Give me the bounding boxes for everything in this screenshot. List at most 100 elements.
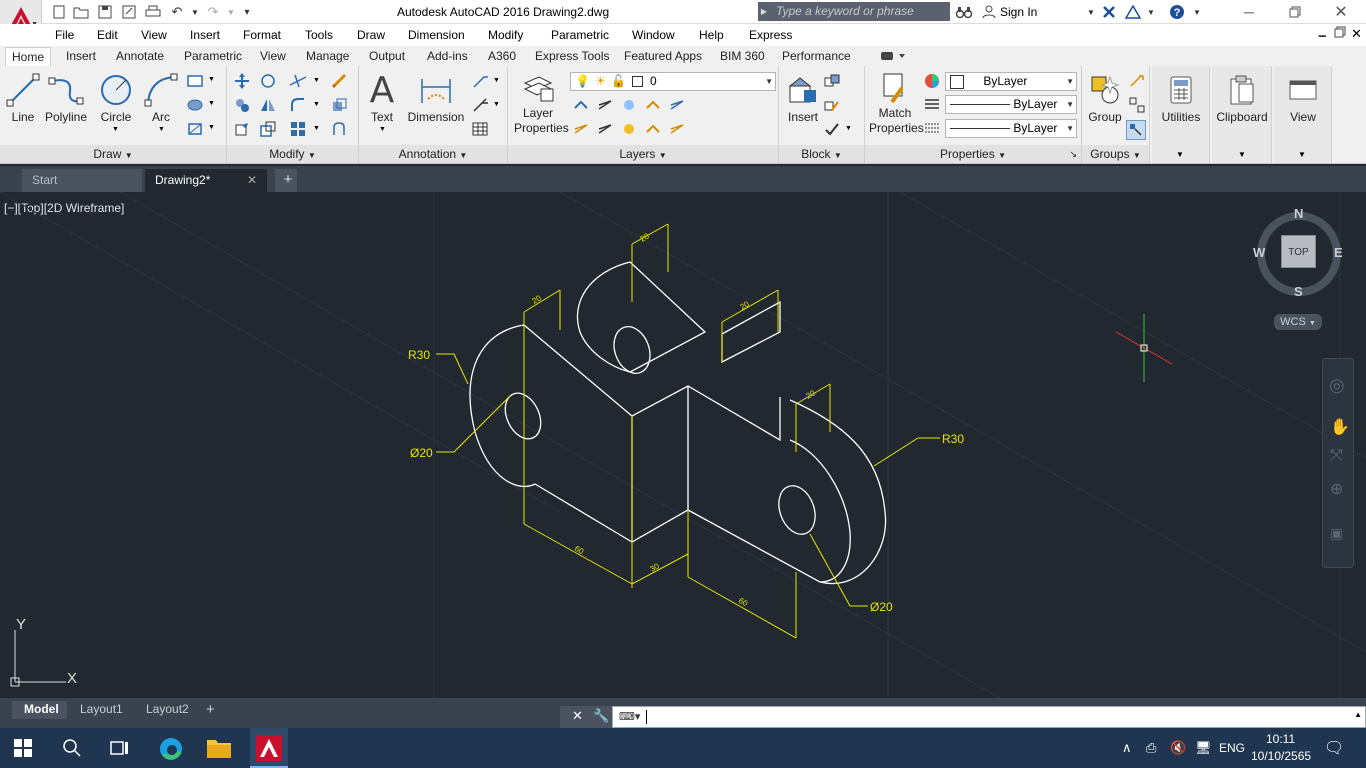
stretch-icon[interactable] [233, 120, 251, 138]
tab-add-ins[interactable]: Add-ins [427, 49, 468, 63]
create-block-icon[interactable] [823, 72, 841, 90]
restore-icon[interactable] [1286, 3, 1304, 21]
binoculars-icon[interactable] [955, 3, 973, 21]
erase-icon[interactable] [330, 72, 348, 90]
command-history-icon[interactable]: ▲ [1354, 710, 1362, 719]
layer-dropdown[interactable]: 💡 ☀ 🔓 0 ▼ [570, 72, 776, 91]
line-button[interactable]: Line [6, 70, 40, 125]
insert-button[interactable]: Insert [783, 70, 823, 125]
showmotion-icon[interactable]: ▣ [1330, 525, 1343, 542]
new-icon[interactable] [50, 3, 68, 21]
layer-merge-icon[interactable] [668, 120, 686, 138]
copy-icon[interactable] [233, 96, 251, 114]
steering-wheel-icon[interactable]: ◎ [1329, 375, 1345, 396]
layer-freeze-icon[interactable] [620, 96, 638, 114]
arc-dropdown-icon[interactable]: ▼ [158, 126, 165, 133]
layer-previous-icon[interactable] [572, 120, 590, 138]
search-expand-icon[interactable]: ▶ [758, 2, 770, 21]
command-customize-icon[interactable]: 🔧 [593, 708, 609, 724]
polyline-button[interactable]: Polyline [42, 70, 90, 125]
help-icon[interactable]: ? [1168, 3, 1186, 21]
a360-dropdown-icon[interactable]: ▼ [1142, 3, 1160, 21]
dimension-button[interactable]: Dimension [405, 70, 467, 125]
menu-window[interactable]: Window [632, 28, 675, 42]
menu-dimension[interactable]: Dimension [408, 28, 465, 42]
viewcube[interactable]: N S E W TOP [1253, 206, 1343, 300]
clipboard-button[interactable]: Clipboard [1214, 70, 1270, 125]
minimize-icon[interactable]: ─ [1240, 3, 1258, 21]
rectangle-dropdown-icon[interactable]: ▼ [208, 76, 215, 83]
menu-help[interactable]: Help [699, 28, 724, 42]
new-tab-plus-icon[interactable]: + [275, 169, 297, 192]
task-view-icon[interactable] [110, 738, 130, 761]
pan-icon[interactable]: ✋ [1330, 417, 1350, 437]
layout-tab-model[interactable]: Model [12, 701, 67, 719]
doc-close-icon[interactable]: ✕ [1351, 26, 1362, 42]
group-edit-icon[interactable] [1128, 96, 1146, 114]
rotate-icon[interactable] [259, 72, 277, 90]
redo-icon[interactable]: ↷ [204, 3, 222, 21]
tab-bim-360[interactable]: BIM 360 [720, 49, 765, 63]
orbit-icon[interactable]: ⊕ [1330, 479, 1343, 499]
layout-tab-1[interactable]: Layout1 [72, 701, 131, 719]
doc-restore-icon[interactable] [1334, 26, 1346, 41]
arc-button[interactable]: Arc [144, 70, 178, 125]
command-prompt-icon[interactable]: ⌨▾ [619, 710, 640, 723]
groups-panel-title[interactable]: Groups ▼ [1082, 145, 1149, 163]
properties-launcher-icon[interactable]: ↘ [1069, 145, 1077, 163]
search-icon[interactable] [62, 738, 82, 761]
utilities-button[interactable]: Utilities [1154, 70, 1208, 125]
menu-express[interactable]: Express [749, 28, 792, 42]
exchange-apps-icon[interactable] [1100, 3, 1118, 21]
user-icon[interactable] [980, 3, 998, 21]
layer-lock-icon[interactable] [644, 96, 662, 114]
layout-tab-2[interactable]: Layout2 [138, 701, 197, 719]
file-explorer-icon[interactable] [206, 736, 232, 763]
a360-icon[interactable] [1124, 3, 1142, 21]
volume-muted-icon[interactable]: 🔇 [1170, 740, 1186, 756]
add-layout-plus-icon[interactable]: + [206, 701, 215, 719]
edge-browser-icon[interactable] [158, 736, 184, 765]
rectangle-icon[interactable] [186, 72, 204, 90]
view-button[interactable]: View [1276, 70, 1330, 125]
clipboard-panel[interactable]: Clipboard ▼ [1212, 66, 1272, 163]
fillet-icon[interactable] [289, 96, 307, 114]
multileader-dropdown-icon[interactable]: ▼ [493, 101, 500, 108]
autocad-taskbar-button[interactable] [250, 728, 288, 768]
annotation-panel-title[interactable]: Annotation ▼ [359, 145, 507, 163]
clipboard-dropdown-icon[interactable]: ▼ [1238, 150, 1246, 159]
meet-now-icon[interactable]: ⎙ [1146, 740, 1156, 756]
text-dropdown-icon[interactable]: ▼ [379, 126, 386, 133]
group-selection-icon[interactable] [1126, 120, 1146, 140]
array-icon[interactable] [289, 120, 307, 138]
wcs-menu[interactable]: WCS ▼ [1274, 314, 1322, 330]
tab-home[interactable]: Home [5, 47, 52, 66]
circle-dropdown-icon[interactable]: ▼ [112, 126, 119, 133]
menu-insert[interactable]: Insert [190, 28, 220, 42]
leader-dropdown-icon[interactable]: ▼ [493, 77, 500, 84]
layer-walk-icon[interactable] [596, 120, 614, 138]
layer-unlock-icon[interactable] [644, 120, 662, 138]
menu-edit[interactable]: Edit [97, 28, 118, 42]
sign-in-link[interactable]: Sign In [1000, 5, 1037, 19]
menu-view[interactable]: View [141, 28, 167, 42]
trim-icon[interactable] [289, 72, 307, 90]
trim-dropdown-icon[interactable]: ▼ [313, 77, 320, 84]
menu-file[interactable]: File [55, 28, 74, 42]
circle-button[interactable]: Circle [98, 70, 134, 125]
draw-panel-title[interactable]: Draw ▼ [0, 145, 226, 163]
search-input[interactable]: Type a keyword or phrase [770, 2, 950, 21]
save-as-icon[interactable] [120, 3, 138, 21]
layers-panel-title[interactable]: Layers ▼ [508, 145, 778, 163]
scale-icon[interactable] [259, 120, 277, 138]
hatch-dropdown-icon[interactable]: ▼ [208, 100, 215, 107]
compass-n[interactable]: N [1294, 206, 1303, 221]
compass-s[interactable]: S [1294, 284, 1303, 299]
zoom-extents-icon[interactable]: ⤧ [1330, 447, 1343, 465]
array-dropdown-icon[interactable]: ▼ [313, 125, 320, 132]
menu-tools[interactable]: Tools [305, 28, 333, 42]
ungroup-icon[interactable] [1128, 72, 1146, 90]
color-wheel-icon[interactable] [923, 72, 941, 90]
properties-panel-title[interactable]: Properties ▼ ↘ [865, 145, 1081, 163]
customize-qat-icon[interactable]: ▾ [238, 3, 256, 21]
